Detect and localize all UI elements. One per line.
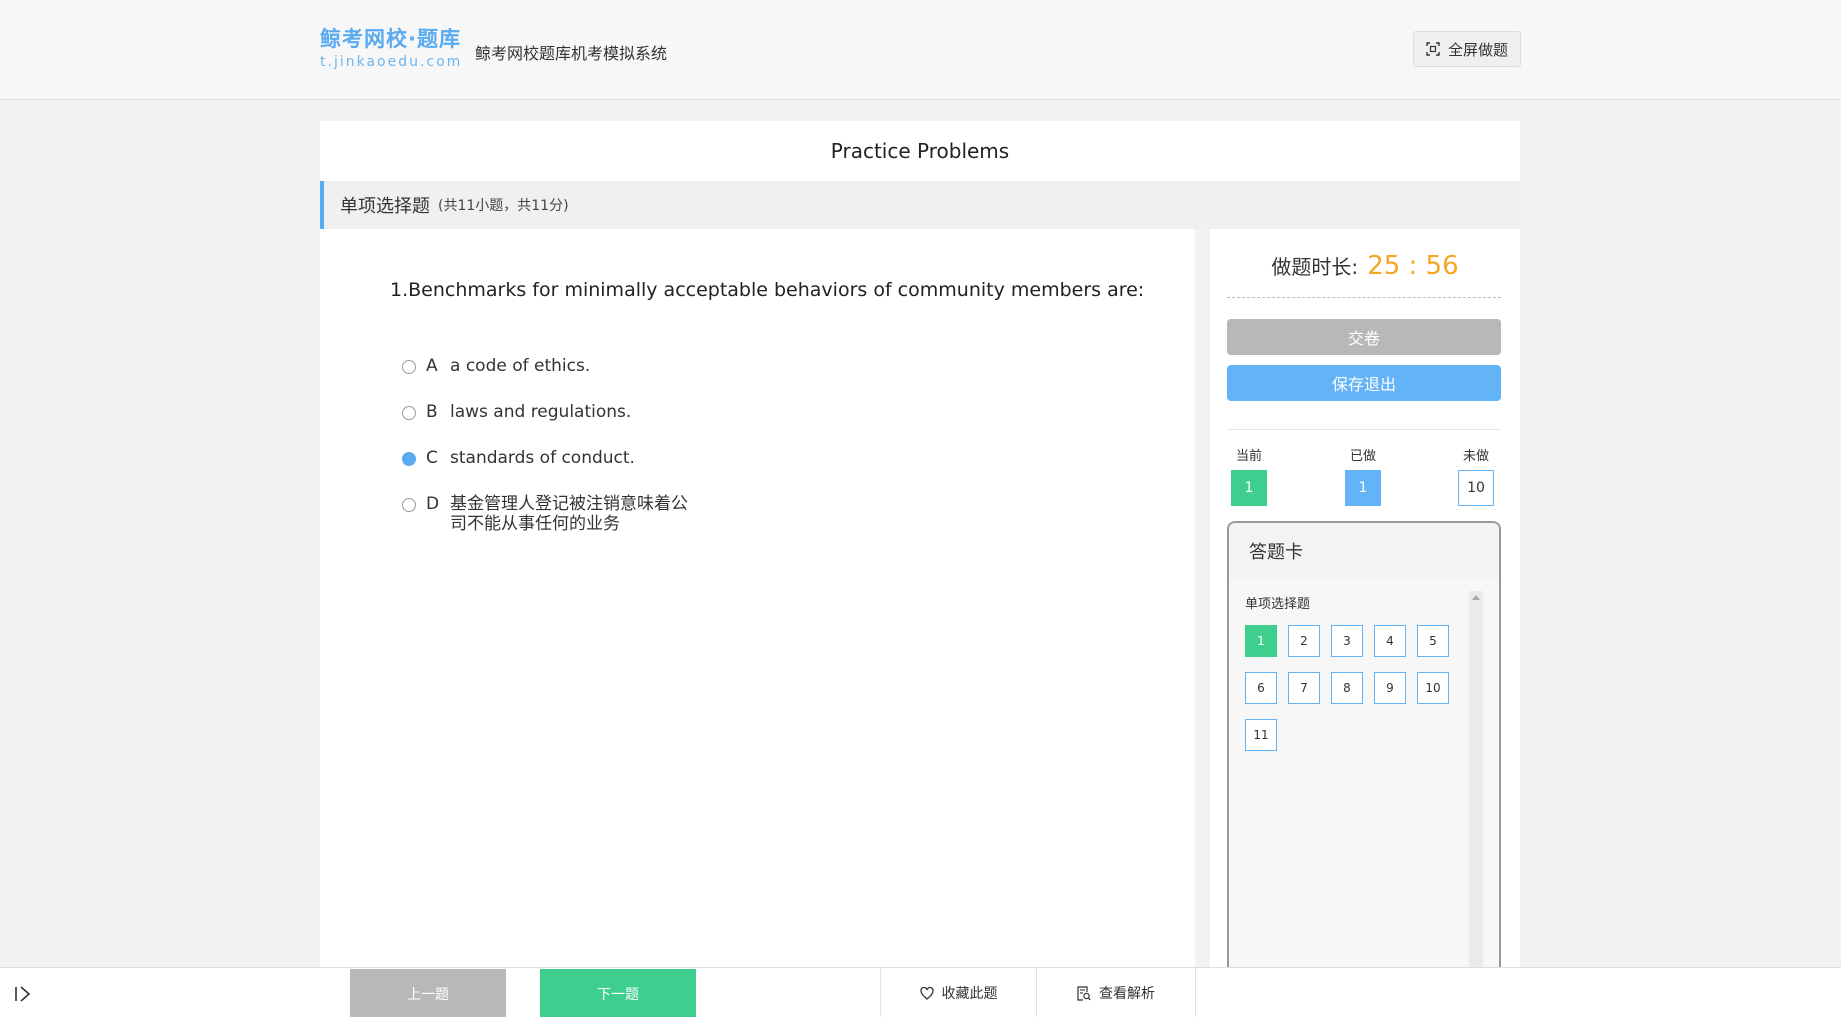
option-text: a code of ethics. (450, 356, 591, 376)
legend-done-box: 1 (1345, 470, 1381, 506)
option-letter: C (426, 448, 438, 468)
legend-done: 已做 1 (1343, 445, 1383, 506)
option-text: 基金管理人登记被注销意味着公司不能从事任何的业务 (450, 494, 688, 534)
legend-undone-box: 10 (1458, 470, 1494, 506)
favorite-label: 收藏此题 (941, 986, 998, 1002)
question-text: 1.Benchmarks for minimally acceptable be… (390, 279, 1145, 301)
expand-sidebar-icon[interactable] (14, 985, 34, 1003)
option-text: standards of conduct. (450, 448, 635, 468)
radio-c[interactable] (402, 452, 416, 466)
option-b[interactable]: B laws and regulations. (402, 402, 631, 422)
legend-done-label: 已做 (1349, 449, 1376, 464)
question-number[interactable]: 11 (1245, 719, 1277, 751)
next-question-button[interactable]: 下一题 (540, 969, 696, 1017)
favorite-button[interactable]: 收藏此题 (881, 968, 1036, 1017)
radio-d[interactable] (402, 498, 416, 512)
question-number[interactable]: 4 (1374, 625, 1406, 657)
timer-value: 25 : 56 (1367, 251, 1459, 281)
timer: 做题时长: 25 : 56 (1210, 251, 1520, 281)
option-letter: D (426, 494, 440, 514)
timer-label: 做题时长: (1271, 255, 1359, 279)
divider (1195, 968, 1196, 1017)
question-number[interactable]: 9 (1374, 672, 1406, 704)
answer-card: 答题卡 单项选择题 1 2 3 4 5 6 7 8 9 10 11 (1227, 521, 1501, 981)
legend-undone-label: 未做 (1462, 449, 1489, 464)
paper-title: Practice Problems (320, 121, 1520, 181)
answer-card-body[interactable]: 单项选择题 1 2 3 4 5 6 7 8 9 10 11 (1229, 579, 1499, 979)
divider (1227, 297, 1501, 298)
top-bar: 鲸考网校·题库 t.jinkaoedu.com 鲸考网校题库机考模拟系统 全屏做… (0, 0, 1841, 100)
answer-card-section: 单项选择题 (1245, 597, 1311, 612)
section-header: 单项选择题 (共11小题，共11分) (320, 181, 1520, 229)
prev-question-button[interactable]: 上一题 (350, 969, 506, 1017)
question-number[interactable]: 6 (1245, 672, 1277, 704)
question-number[interactable]: 5 (1417, 625, 1449, 657)
question-number[interactable]: 7 (1288, 672, 1320, 704)
legend-undone: 未做 10 (1456, 445, 1496, 506)
view-analysis-label: 查看解析 (1099, 986, 1155, 1002)
divider (1227, 429, 1501, 430)
legend-current-label: 当前 (1235, 449, 1262, 464)
answer-card-title: 答题卡 (1229, 523, 1499, 579)
question-number[interactable]: 10 (1417, 672, 1449, 704)
logo-text-en: t.jinkaoedu.com (320, 54, 463, 70)
answer-card-scrollbar[interactable] (1469, 591, 1483, 979)
option-c[interactable]: C standards of conduct. (402, 448, 635, 468)
scroll-up-icon[interactable] (1472, 595, 1480, 600)
question-number[interactable]: 8 (1331, 672, 1363, 704)
site-logo[interactable]: 鲸考网校·题库 t.jinkaoedu.com (320, 26, 462, 70)
legend-current: 当前 1 (1229, 445, 1269, 506)
fullscreen-button[interactable]: 全屏做题 (1413, 31, 1521, 67)
question-number-grid: 1 2 3 4 5 6 7 8 9 10 11 (1245, 625, 1455, 751)
fullscreen-icon (1426, 42, 1440, 56)
document-search-icon (1077, 985, 1091, 1001)
question-number[interactable]: 1 (1245, 625, 1277, 657)
bottom-bar: 上一题 下一题 收藏此题 查看解析 (0, 967, 1841, 1017)
option-letter: B (426, 402, 438, 422)
section-name: 单项选择题 (340, 196, 430, 217)
question-number[interactable]: 3 (1331, 625, 1363, 657)
system-title: 鲸考网校题库机考模拟系统 (475, 44, 668, 63)
fullscreen-label: 全屏做题 (1447, 40, 1508, 59)
radio-a[interactable] (402, 360, 416, 374)
option-text: laws and regulations. (450, 402, 632, 422)
logo-text-cn: 鲸考网校·题库 (320, 27, 461, 51)
option-letter: A (426, 356, 438, 376)
side-panel: 做题时长: 25 : 56 交卷 保存退出 当前 1 已做 1 未做 10 答题… (1210, 229, 1520, 981)
submit-button[interactable]: 交卷 (1227, 319, 1501, 355)
section-meta: (共11小题，共11分) (438, 198, 569, 214)
heart-icon (919, 986, 934, 1000)
question-number[interactable]: 2 (1288, 625, 1320, 657)
view-analysis-button[interactable]: 查看解析 (1037, 968, 1195, 1017)
option-d[interactable]: D 基金管理人登记被注销意味着公司不能从事任何的业务 (402, 494, 690, 534)
option-a[interactable]: A a code of ethics. (402, 356, 590, 376)
question-panel: 1.Benchmarks for minimally acceptable be… (320, 229, 1195, 969)
save-exit-button[interactable]: 保存退出 (1227, 365, 1501, 401)
legend-current-box: 1 (1231, 470, 1267, 506)
radio-b[interactable] (402, 406, 416, 420)
